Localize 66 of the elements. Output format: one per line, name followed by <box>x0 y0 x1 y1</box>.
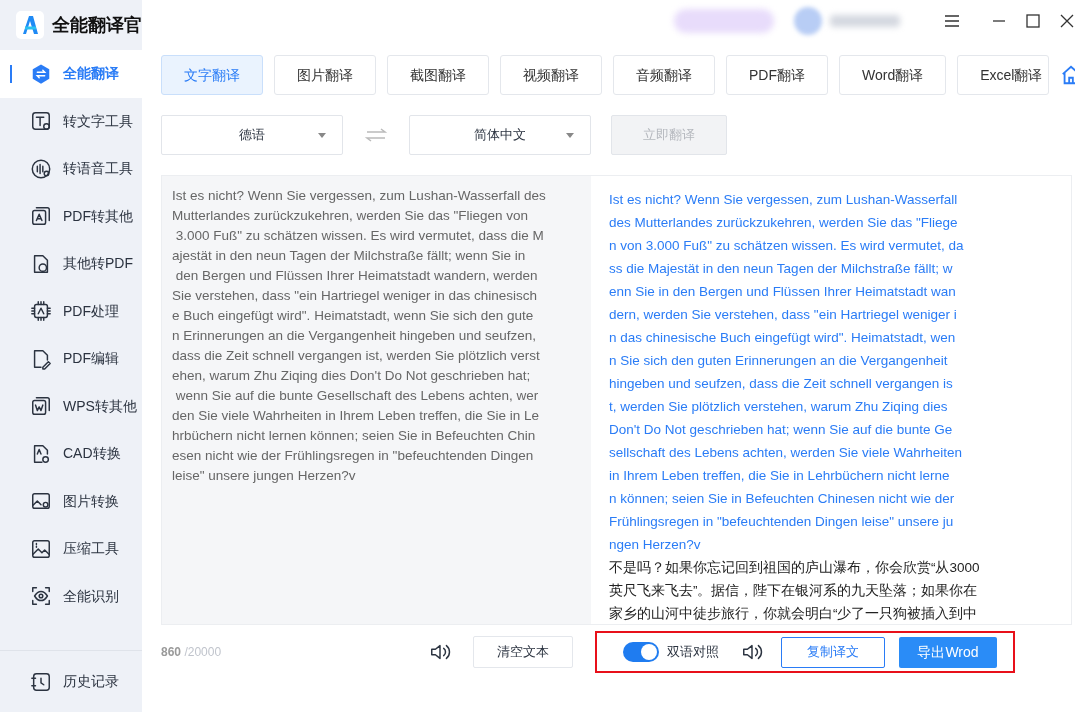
result-line: hingeben und seufzen, dass die Zeit schnell vergangen is <box>609 375 953 393</box>
sidebar-item[interactable]: 转文字工具 <box>0 97 142 145</box>
maximize-icon[interactable] <box>1026 14 1041 28</box>
translated-line: 英尺飞来飞去”。据信，陛下在银河系的九天坠落；如果你在 <box>609 582 978 600</box>
swap-icon <box>30 62 52 85</box>
pdf-document-icon <box>30 205 52 228</box>
result-line: enn Sie in den Bergen und Flüssen Ihrer Heimatstadt wan <box>609 283 956 301</box>
result-line: n von 3.000 Fuß" zu schätzen wissen. Es wird vermutet, da <box>609 237 964 255</box>
sidebar-item[interactable]: 其他转PDF <box>0 240 142 288</box>
result-line: ngen Herzen?v <box>609 536 701 554</box>
sidebar-item[interactable]: 压缩工具 <box>0 525 142 573</box>
image-icon <box>30 537 52 560</box>
tab[interactable]: 音频翻译 <box>613 55 715 95</box>
tab[interactable]: Excel翻译 <box>957 55 1050 95</box>
result-line: Frühlingsregen in "befeuchtenden Dingen leise" unsere ju <box>609 513 954 531</box>
translated-line: 家乡的山河中徒步旅行，你就会明白“少了一只狗被插入到中 <box>609 605 978 623</box>
source-language-select[interactable]: 德语 <box>161 115 343 155</box>
result-line: Ist es nicht? Wenn Sie vergessen, zum Lushan-Wasserfall <box>609 191 958 209</box>
sidebar-item[interactable]: 图片转换 <box>0 477 142 525</box>
bilingual-label: 双语对照 <box>667 643 719 662</box>
tab[interactable]: 视频翻译 <box>500 55 602 95</box>
sidebar-item[interactable]: 全能翻译 <box>0 50 142 98</box>
text-convert-icon <box>30 110 52 133</box>
sidebar-item[interactable]: PDF编辑 <box>0 335 142 383</box>
sidebar-item[interactable]: 历史记录 <box>0 650 142 712</box>
close-icon[interactable] <box>1060 14 1075 28</box>
source-text-area[interactable]: Ist es nicht? Wenn Sie vergessen, zum Lushan-Wasserfall des Mutterlandes zurückzukehren, werden Sie das "Fliegen von 3.000 Fuß" zu schätzen wissen. Es wird vermutet, dass die M ajestät in den neun Tagen der Milchstraße fällt; wenn Sie in den Bergen und Flüssen Ihrer Heimatstadt wandern, werden Sie verstehen, dass "ein Hartriegel weniger in das chinesisch e Buch eingefügt wird". Heimatstadt, wenn Sie sich den gute n Erinnerungen an die Vergangenheit hingeben und seufzen, dass die Zeit schnell vergangen ist, werden Sie plötzlich verst ehen, warum Zhu Ziqing dies Don't Do Not geschrieben hat; wenn Sie auf die bunte Gesellschaft des Lebens achten, wer den Sie viele Wahrheiten in Ihrem Leben treffen, die Sie in Le hrbüchern nicht lernen können; seien Sie in Befeuchten Chin esen nicht wie der Frühlingsregen in "befeuchtenden Dingen leise" unsere jungen Herzen?v <box>162 176 591 624</box>
eye-scan-icon <box>30 585 52 608</box>
sidebar-item[interactable]: PDF转其他 <box>0 192 142 240</box>
app-logo-icon <box>16 11 44 39</box>
copy-translation-button[interactable]: 复制译文 <box>781 636 885 668</box>
character-count: 860 /20000 <box>161 644 223 661</box>
document-icon <box>30 395 52 418</box>
blurred-username <box>830 15 901 27</box>
target-language-select[interactable]: 简体中文 <box>409 115 591 155</box>
result-line: Don't Do Not geschrieben hat; wenn Sie auf die bunte Ge <box>609 421 953 439</box>
result-line: n das chinesische Buch eingefügt wird". Heimatstadt, wen <box>609 329 956 347</box>
result-line: n können; seien Sie in Befeuchten Chinesen nicht wie der <box>609 490 955 508</box>
caret-icon <box>566 132 574 138</box>
sidebar-item[interactable]: 转语音工具 <box>0 145 142 193</box>
menu-icon[interactable] <box>944 13 961 29</box>
sidebar-item[interactable]: WPS转其他 <box>0 382 142 430</box>
voice-wave-icon <box>30 157 52 180</box>
history-icon <box>30 670 52 693</box>
result-line: sellschaft des Lebens achten, werden Sie viele Wahrheiten <box>609 444 962 462</box>
tab[interactable]: Word翻译 <box>839 55 947 95</box>
result-line: dern, werden Sie verstehen, dass "ein Hartriegel weniger i <box>609 306 957 324</box>
app-title: 全能翻译官 <box>52 13 142 37</box>
result-line: t, werden Sie plötzlich verstehen, warum Zhu Ziqing dies <box>609 398 948 416</box>
blurred-avatar <box>794 7 823 35</box>
tab[interactable]: 文字翻译 <box>161 55 263 95</box>
result-line: n Sie sich den guten Erinnerungen an die Vergangenheit <box>609 352 948 370</box>
result-line: in Ihrem Leben treffen, die Sie in Lehrbüchern nicht lerne <box>609 467 950 485</box>
tab[interactable]: 图片翻译 <box>274 55 376 95</box>
sidebar-item[interactable]: PDF处理 <box>0 287 142 335</box>
tab[interactable]: 截图翻译 <box>387 55 489 95</box>
result-line: ss die Majestät in den neun Tagen der Milchstraße fällt; w <box>609 260 953 278</box>
caret-icon <box>318 132 326 138</box>
chip-icon <box>30 300 52 323</box>
result-line: des Mutterlandes zurückzukehren, werden Sie das "Fliege <box>609 214 958 232</box>
tab[interactable]: PDF翻译 <box>726 55 828 95</box>
sidebar-item[interactable]: CAD转换 <box>0 430 142 478</box>
translated-line: 不是吗？如果你忘记回到祖国的庐山瀑布，你会欣赏“从3000 <box>609 559 980 577</box>
bilingual-toggle[interactable] <box>623 642 659 662</box>
clear-text-button[interactable]: 清空文本 <box>473 636 573 668</box>
sidebar-item[interactable]: 全能识别 <box>0 572 142 620</box>
